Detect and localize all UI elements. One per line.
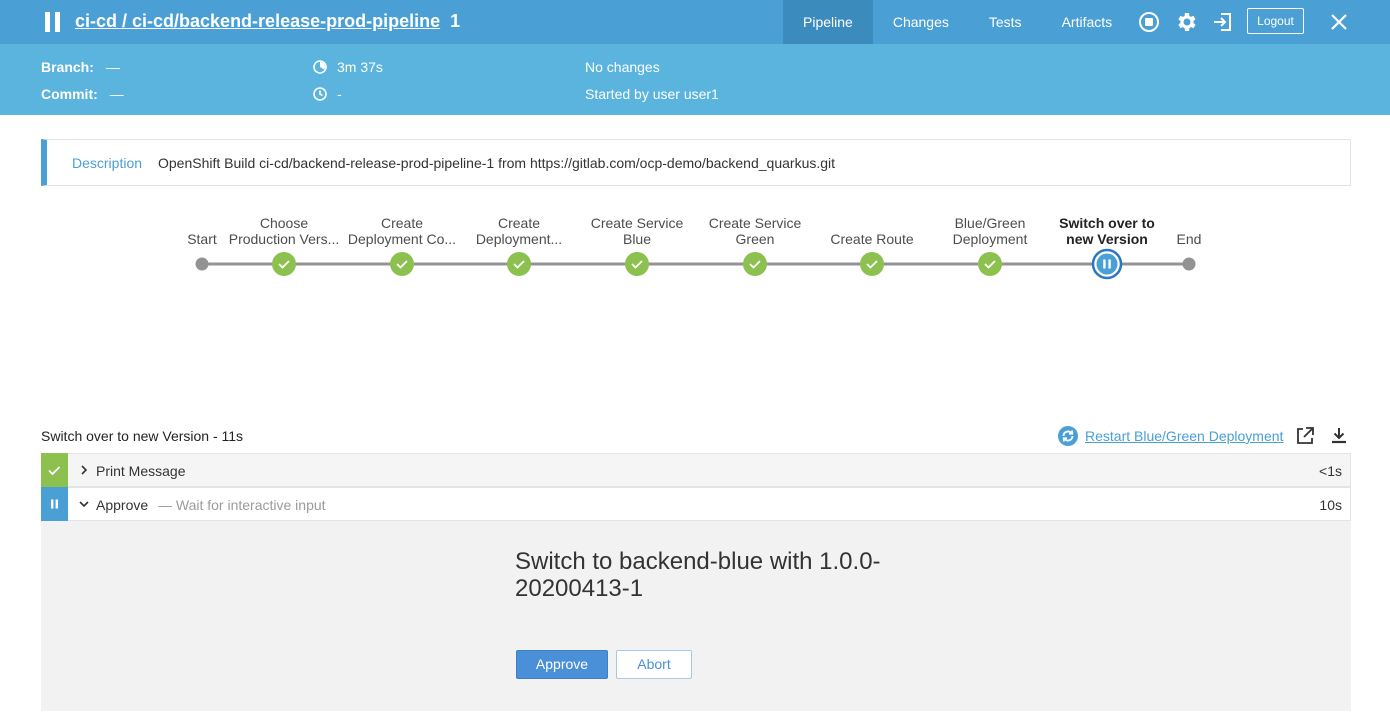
stage-node-switch-over-to-new-version[interactable] (1091, 248, 1123, 280)
step-duration: <1s (1319, 463, 1342, 479)
pipeline-graph: Start Choose Production Vers... Create Dep… (0, 200, 1390, 300)
download-icon[interactable] (1329, 426, 1349, 446)
stage-label-create-deployment: Create Deployment... (475, 215, 563, 247)
exit-icon[interactable] (1211, 10, 1235, 34)
branch-value: — (105, 59, 120, 75)
tab-artifacts[interactable]: Artifacts (1042, 0, 1133, 44)
stage-label-create-service-blue: Create Service Blue (590, 215, 684, 247)
step-row-approve[interactable]: Approve — Wait for interactive input 10s (41, 487, 1351, 521)
stage-label-create-service-green: Create Service Green (708, 215, 802, 247)
description-panel: Description OpenShift Build ci-cd/backen… (41, 139, 1351, 186)
stage-node-start[interactable] (195, 257, 209, 271)
stage-label-choose-production-version: Choose Production Vers... (228, 215, 340, 247)
step-name: Print Message (96, 463, 186, 479)
stage-node-create-deployment-co[interactable] (390, 252, 414, 276)
pipeline-title: ci-cd / ci-cd/backend-release-prod-pipel… (75, 11, 460, 32)
approve-button[interactable]: Approve (516, 650, 608, 679)
chevron-right-icon[interactable] (78, 464, 90, 476)
stop-icon[interactable] (1137, 10, 1161, 34)
stage-node-end[interactable] (1182, 257, 1196, 271)
open-external-icon[interactable] (1295, 426, 1315, 446)
stage-node-create-deployment[interactable] (507, 252, 531, 276)
input-message: Switch to backend-blue with 1.0.0-202004… (515, 548, 881, 602)
duration-icon (313, 60, 327, 74)
paused-state-icon (41, 487, 68, 521)
changes-text: No changes (585, 59, 660, 75)
pipeline-path-link[interactable]: ci-cd / ci-cd/backend-release-prod-pipel… (75, 11, 440, 31)
stage-node-create-route[interactable] (860, 252, 884, 276)
top-bar: ci-cd / ci-cd/backend-release-prod-pipel… (0, 0, 1390, 44)
duration-value: 3m 37s (337, 59, 383, 75)
chevron-down-icon[interactable] (78, 498, 90, 510)
stage-node-create-service-green[interactable] (743, 252, 767, 276)
stage-node-blue-green-deployment[interactable] (978, 252, 1002, 276)
stage-label-create-route: Create Route (830, 231, 914, 247)
input-panel: Switch to backend-blue with 1.0.0-202004… (41, 521, 1351, 711)
tab-tests[interactable]: Tests (969, 0, 1042, 44)
stage-label-end: End (1176, 231, 1202, 247)
step-row-print-message[interactable]: Print Message <1s (41, 453, 1351, 487)
description-label: Description (72, 155, 143, 171)
close-icon[interactable] (1327, 10, 1351, 34)
clock-icon (313, 87, 327, 101)
pause-icon[interactable] (44, 12, 62, 32)
description-text: OpenShift Build ci-cd/backend-release-pr… (158, 155, 836, 171)
started-by-text: Started by user user1 (585, 86, 719, 102)
run-summary-bar: Branch: — Commit: — 3m 37s - No changes St… (0, 44, 1390, 115)
stage-node-choose-production-vers[interactable] (272, 252, 296, 276)
commit-value: — (109, 86, 124, 102)
restart-stage-link[interactable]: Restart Blue/Green Deployment (1057, 424, 1283, 448)
branch-label: Branch: (41, 59, 94, 75)
time-value: - (337, 86, 342, 102)
stage-label-blue-green-deployment: Blue/Green Deployment (952, 215, 1028, 247)
restart-icon (1058, 426, 1078, 446)
success-state-icon (41, 453, 68, 487)
tab-pipeline[interactable]: Pipeline (783, 0, 873, 44)
branch-info: Branch: — (41, 59, 120, 75)
stage-label-create-deployment-config: Create Deployment Co... (347, 215, 457, 247)
gear-icon[interactable] (1174, 10, 1198, 34)
run-number: 1 (450, 11, 461, 31)
commit-info: Commit: — (41, 86, 124, 102)
step-name: Approve (96, 497, 149, 513)
tab-changes[interactable]: Changes (873, 0, 969, 44)
step-duration: 10s (1319, 497, 1342, 513)
steps-title: Switch over to new Version - 11s (41, 428, 244, 444)
stage-node-create-service-blue[interactable] (625, 252, 649, 276)
commit-label: Commit: (41, 86, 98, 102)
restart-label: Restart Blue/Green Deployment (1085, 428, 1284, 444)
logout-button[interactable]: Logout (1247, 8, 1304, 34)
tab-bar: Pipeline Changes Tests Artifacts (783, 0, 1132, 44)
step-subtitle: — Wait for interactive input (158, 497, 326, 513)
abort-button[interactable]: Abort (616, 650, 692, 679)
